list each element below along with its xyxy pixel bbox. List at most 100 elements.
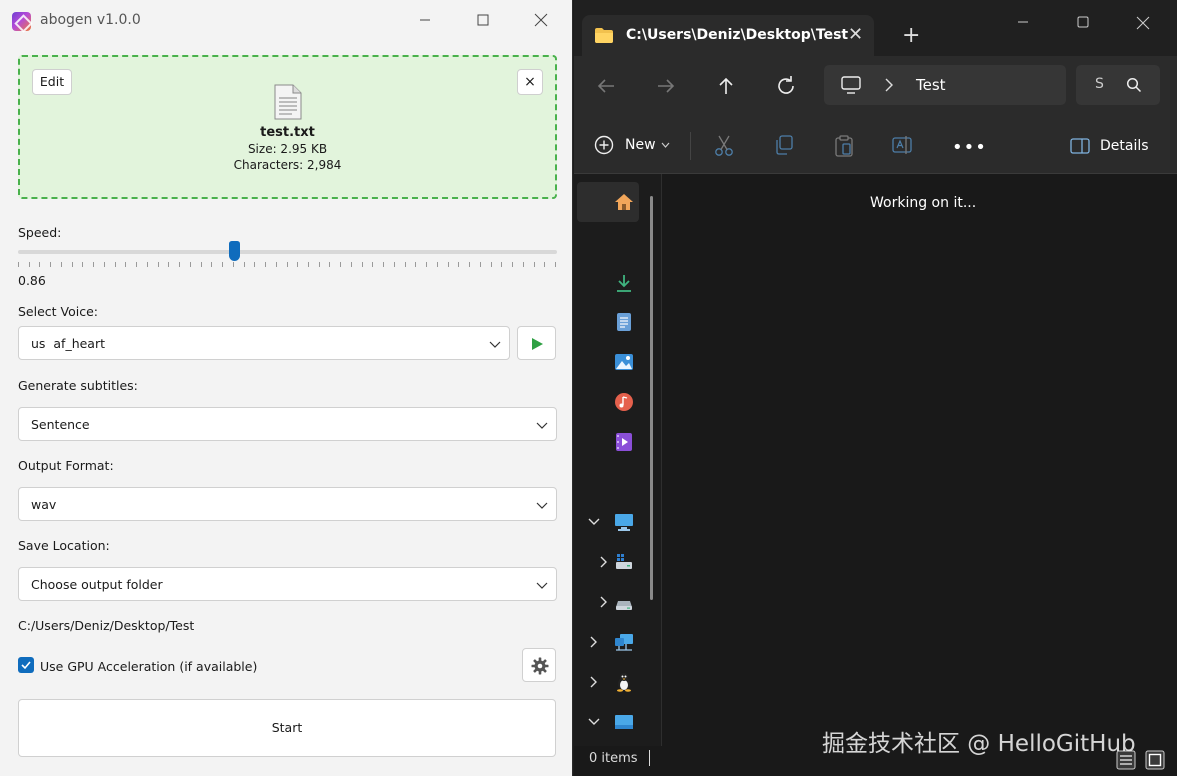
navigation-bar: Test S bbox=[574, 56, 1177, 116]
tab-test-folder[interactable]: C:\Users\Deniz\Desktop\Test ✕ bbox=[582, 15, 874, 56]
settings-button[interactable] bbox=[522, 648, 556, 682]
more-options-button[interactable]: ••• bbox=[952, 137, 987, 158]
chevron-right-icon[interactable] bbox=[598, 556, 610, 568]
document-icon bbox=[274, 84, 302, 120]
save-location-select[interactable]: Choose output folder bbox=[18, 567, 557, 601]
close-window-button[interactable] bbox=[518, 6, 564, 36]
speed-slider-handle[interactable] bbox=[228, 241, 240, 261]
new-button[interactable]: New bbox=[625, 137, 656, 153]
chevron-down-icon bbox=[536, 422, 548, 429]
close-window-button[interactable] bbox=[1120, 10, 1166, 40]
voice-select-value: us af_heart bbox=[31, 336, 106, 351]
chevron-down-icon[interactable] bbox=[588, 516, 600, 528]
slider-tick bbox=[404, 262, 406, 267]
up-arrow-icon[interactable] bbox=[714, 74, 738, 98]
slider-tick bbox=[82, 262, 84, 267]
subtitles-label: Generate subtitles: bbox=[18, 378, 138, 393]
slider-tick bbox=[297, 262, 299, 267]
maximize-button[interactable] bbox=[1060, 10, 1106, 40]
slider-tick bbox=[114, 262, 116, 267]
rename-icon[interactable] bbox=[892, 135, 914, 155]
minimize-button[interactable] bbox=[1000, 10, 1046, 40]
format-select-value: wav bbox=[31, 497, 57, 512]
cut-icon[interactable] bbox=[714, 135, 734, 157]
chevron-right-icon[interactable] bbox=[588, 636, 600, 648]
slider-tick bbox=[189, 262, 191, 267]
this-pc-icon[interactable] bbox=[614, 512, 634, 532]
start-button[interactable]: Start bbox=[18, 699, 556, 757]
format-select[interactable]: wav bbox=[18, 487, 557, 521]
slider-tick bbox=[286, 262, 288, 267]
checkmark-icon bbox=[21, 661, 31, 670]
command-bar: New ••• Details bbox=[574, 116, 1177, 174]
speed-value: 0.86 bbox=[18, 273, 46, 288]
slider-tick bbox=[318, 262, 320, 267]
minimize-icon bbox=[1018, 21, 1028, 23]
file-dropzone[interactable]: Edit × test.txt Size: 2.95 KB Characters… bbox=[18, 55, 557, 199]
close-icon bbox=[1136, 16, 1150, 30]
app-logo-icon bbox=[12, 12, 31, 31]
tab-bar: C:\Users\Deniz\Desktop\Test ✕ + bbox=[574, 0, 1177, 56]
paste-icon[interactable] bbox=[834, 135, 854, 157]
subtitles-select[interactable]: Sentence bbox=[18, 407, 557, 441]
slider-tick bbox=[555, 262, 556, 267]
save-location-select-value: Choose output folder bbox=[31, 577, 163, 592]
network-icon[interactable] bbox=[614, 632, 634, 652]
chevron-right-icon[interactable] bbox=[598, 596, 610, 608]
address-bar[interactable]: Test bbox=[824, 65, 1066, 105]
remove-file-button[interactable]: × bbox=[517, 69, 543, 95]
slider-tick bbox=[340, 262, 342, 267]
toolbar-divider bbox=[690, 132, 691, 160]
minimize-button[interactable] bbox=[402, 6, 448, 36]
videos-icon[interactable] bbox=[614, 432, 634, 452]
file-characters: Characters: 2,984 bbox=[233, 158, 342, 172]
tab-close-button[interactable]: ✕ bbox=[848, 24, 863, 45]
search-icon bbox=[1126, 77, 1142, 93]
downloads-icon[interactable] bbox=[614, 273, 634, 293]
forward-arrow-icon[interactable] bbox=[654, 74, 678, 98]
large-icons-view-icon[interactable] bbox=[1145, 750, 1165, 770]
gpu-checkbox[interactable] bbox=[18, 657, 34, 673]
new-tab-button[interactable]: + bbox=[902, 23, 920, 48]
abogen-window: abogen v1.0.0 Edit × test.txt Size: 2.95… bbox=[0, 0, 573, 776]
linux-icon[interactable] bbox=[614, 672, 634, 692]
slider-tick bbox=[18, 262, 19, 267]
chevron-down-icon[interactable] bbox=[588, 716, 600, 728]
copy-icon[interactable] bbox=[774, 135, 794, 155]
search-box[interactable]: S bbox=[1076, 65, 1160, 105]
tab-title: C:\Users\Deniz\Desktop\Test bbox=[626, 27, 849, 43]
drive-icon[interactable] bbox=[614, 592, 634, 612]
voice-select[interactable]: us af_heart bbox=[18, 326, 510, 360]
slider-tick bbox=[533, 262, 535, 267]
speed-slider-track[interactable] bbox=[18, 250, 557, 254]
documents-icon[interactable] bbox=[614, 312, 634, 332]
chevron-down-icon bbox=[536, 502, 548, 509]
preview-voice-button[interactable] bbox=[517, 326, 556, 360]
edit-button[interactable]: Edit bbox=[32, 69, 72, 95]
sidebar-scrollbar[interactable] bbox=[650, 196, 653, 600]
maximize-button[interactable] bbox=[460, 6, 506, 36]
slider-tick bbox=[307, 262, 309, 267]
subtitles-select-value: Sentence bbox=[31, 417, 90, 432]
chevron-right-icon[interactable] bbox=[588, 676, 600, 688]
slider-tick bbox=[436, 262, 438, 267]
slider-tick bbox=[265, 262, 267, 267]
navigation-pane bbox=[574, 174, 662, 746]
slider-tick bbox=[232, 262, 234, 267]
sidebar-item-home[interactable] bbox=[577, 182, 639, 222]
slider-tick bbox=[490, 262, 492, 267]
slider-tick bbox=[372, 262, 374, 267]
chevron-down-icon bbox=[536, 582, 548, 589]
breadcrumb-test[interactable]: Test bbox=[916, 76, 946, 94]
slider-tick bbox=[447, 262, 449, 267]
refresh-icon[interactable] bbox=[774, 74, 798, 98]
desktop-icon[interactable] bbox=[614, 712, 634, 732]
local-disk-icon[interactable] bbox=[614, 552, 634, 572]
music-icon[interactable] bbox=[614, 392, 634, 412]
details-button[interactable]: Details bbox=[1100, 138, 1149, 154]
pictures-icon[interactable] bbox=[614, 352, 634, 372]
watermark: 掘金技术社区 @ HelloGitHub bbox=[822, 731, 1136, 757]
plus-circle-icon[interactable] bbox=[594, 135, 614, 155]
back-arrow-icon[interactable] bbox=[594, 74, 618, 98]
slider-tick bbox=[60, 262, 62, 267]
